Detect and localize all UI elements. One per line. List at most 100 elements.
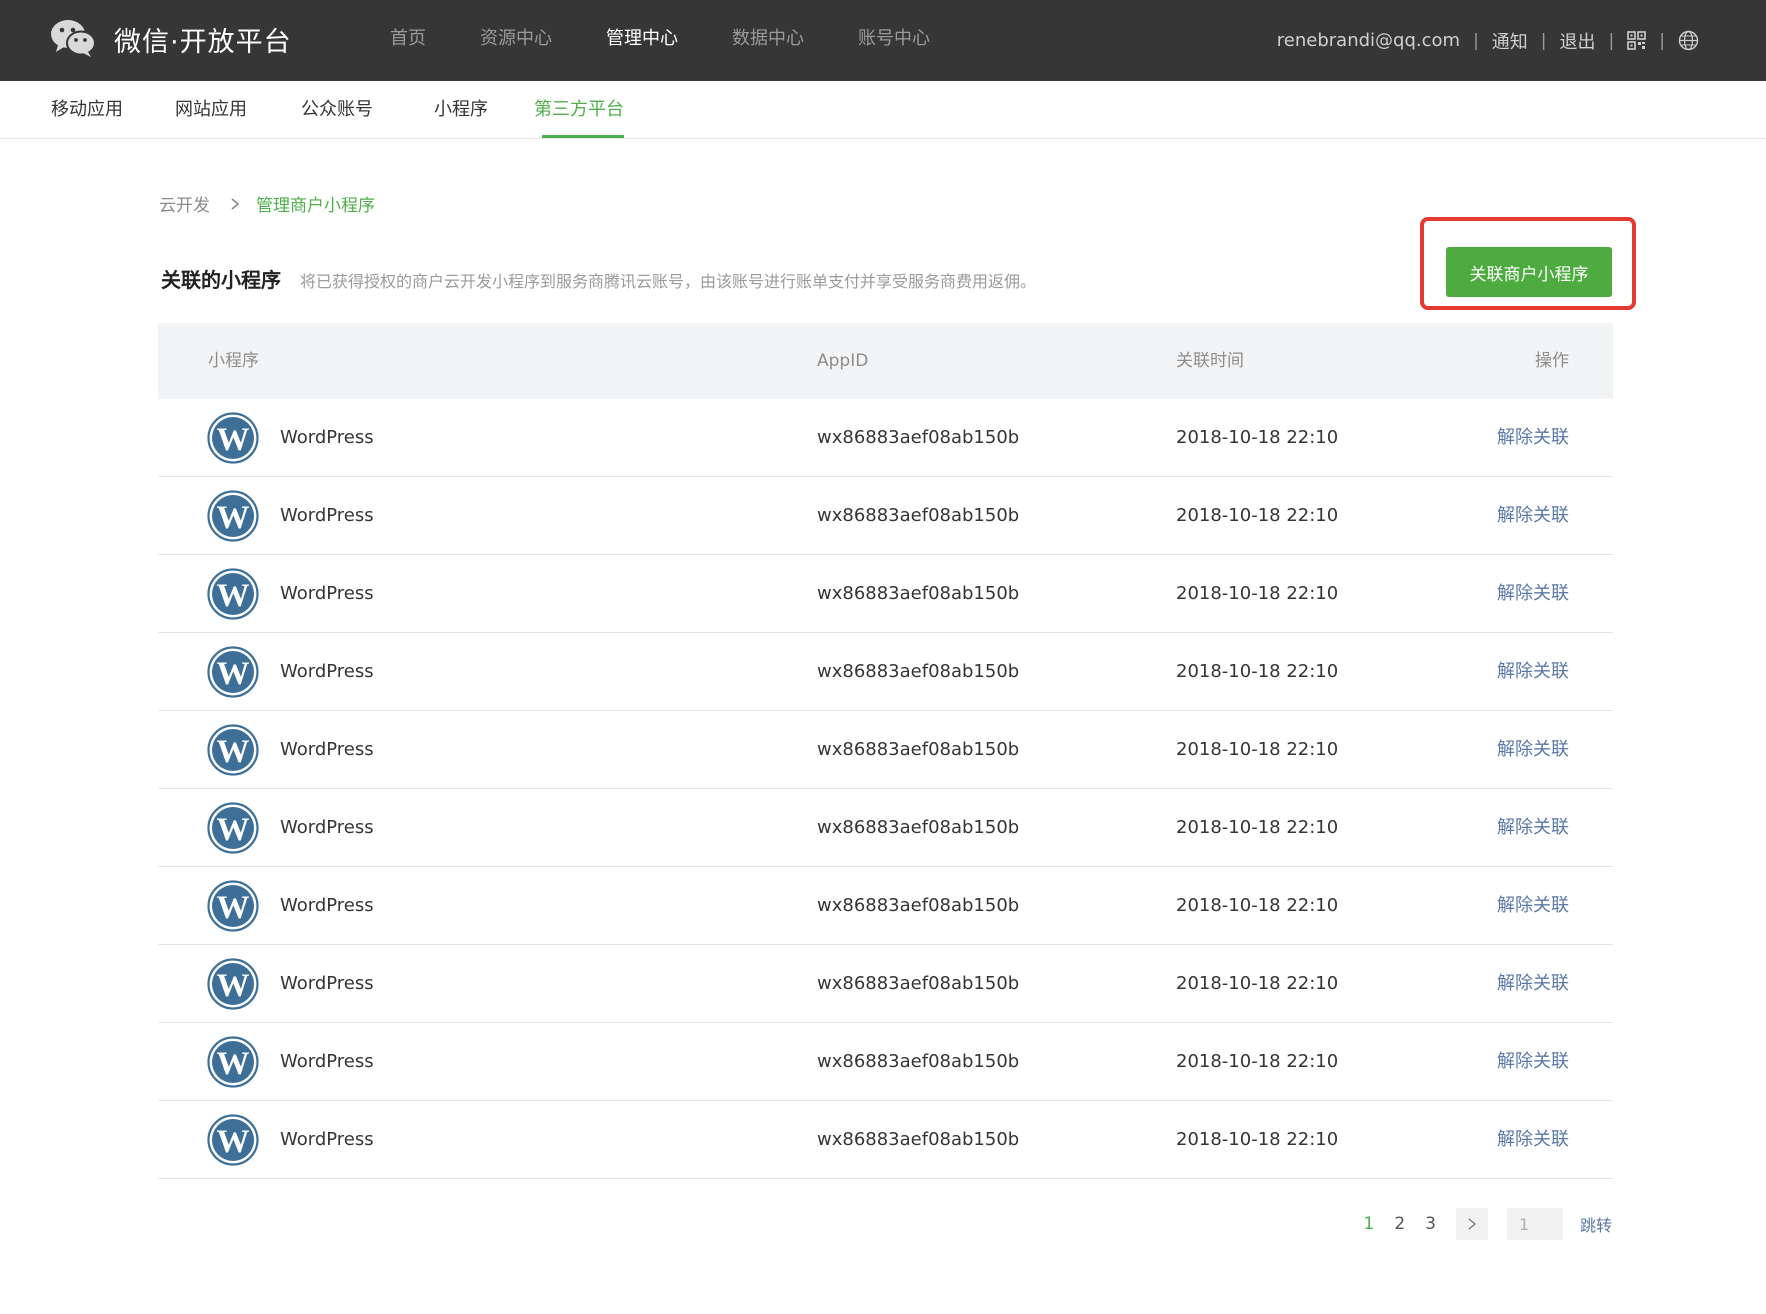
svg-text:W: W [217, 734, 250, 770]
wordpress-icon: W [207, 802, 259, 854]
nav-item-management[interactable]: 管理中心 [606, 0, 678, 81]
wordpress-icon: W [207, 646, 259, 698]
table-row: W WordPress wx86883aef08ab150b 2018-10-1… [158, 789, 1613, 867]
svg-text:W: W [217, 422, 250, 458]
page-jump-button[interactable]: 跳转 [1580, 1212, 1612, 1236]
appid-value: wx86883aef08ab150b [817, 505, 1020, 526]
appid-value: wx86883aef08ab150b [817, 973, 1020, 994]
svg-text:W: W [217, 1046, 250, 1082]
subnav-item-web-apps[interactable]: 网站应用 [175, 81, 247, 138]
globe-icon[interactable] [1678, 30, 1699, 51]
column-header-action: 操作 [1535, 351, 1569, 371]
main-nav: 首页 资源中心 管理中心 数据中心 账号中心 [390, 0, 984, 81]
wordpress-icon: W [207, 958, 259, 1010]
link-time-value: 2018-10-18 22:10 [1176, 1129, 1339, 1150]
link-time-value: 2018-10-18 22:10 [1176, 661, 1339, 682]
miniprogram-name: WordPress [280, 895, 374, 916]
nav-item-data[interactable]: 数据中心 [732, 0, 804, 81]
svg-text:W: W [217, 890, 250, 926]
wordpress-icon: W [207, 1036, 259, 1088]
sub-nav: 移动应用 网站应用 公众账号 小程序 第三方平台 [0, 81, 1766, 139]
separator: | [1473, 30, 1479, 51]
user-bar: renebrandi@qq.com | 通知 | 退出 | | [1277, 0, 1699, 81]
unlink-button[interactable]: 解除关联 [1497, 399, 1569, 476]
unlink-button[interactable]: 解除关联 [1497, 555, 1569, 632]
breadcrumb: 云开发 管理商户小程序 [159, 191, 375, 216]
unlink-button[interactable]: 解除关联 [1497, 789, 1569, 866]
column-header-miniprogram: 小程序 [208, 351, 259, 371]
page-number[interactable]: 2 [1394, 1214, 1405, 1234]
unlink-button[interactable]: 解除关联 [1497, 477, 1569, 554]
miniprogram-name: WordPress [280, 1129, 374, 1150]
miniprogram-name: WordPress [280, 1051, 374, 1072]
svg-text:W: W [217, 656, 250, 692]
logout-link[interactable]: 退出 [1560, 28, 1596, 54]
link-time-value: 2018-10-18 22:10 [1176, 427, 1339, 448]
separator: | [1659, 30, 1665, 51]
unlink-button[interactable]: 解除关联 [1497, 1023, 1569, 1100]
wordpress-icon: W [207, 490, 259, 542]
table-row: W WordPress wx86883aef08ab150b 2018-10-1… [158, 633, 1613, 711]
table-row: W WordPress wx86883aef08ab150b 2018-10-1… [158, 945, 1613, 1023]
section-title: 关联的小程序 [161, 268, 281, 292]
miniprogram-name: WordPress [280, 583, 374, 604]
page-jump-input[interactable] [1506, 1208, 1563, 1240]
wordpress-icon: W [207, 724, 259, 776]
table-row: W WordPress wx86883aef08ab150b 2018-10-1… [158, 477, 1613, 555]
svg-text:W: W [217, 812, 250, 848]
miniprogram-name: WordPress [280, 505, 374, 526]
subnav-item-third-party[interactable]: 第三方平台 [534, 81, 624, 138]
top-header: 微信·开放平台 首页 资源中心 管理中心 数据中心 账号中心 renebrand… [0, 0, 1766, 81]
table-row: W WordPress wx86883aef08ab150b 2018-10-1… [158, 399, 1613, 477]
page-number[interactable]: 1 [1364, 1214, 1375, 1234]
link-time-value: 2018-10-18 22:10 [1176, 505, 1339, 526]
nav-item-home[interactable]: 首页 [390, 0, 426, 81]
notify-link[interactable]: 通知 [1492, 28, 1528, 54]
appid-value: wx86883aef08ab150b [817, 895, 1020, 916]
unlink-button[interactable]: 解除关联 [1497, 945, 1569, 1022]
subnav-item-mini-programs[interactable]: 小程序 [434, 81, 488, 138]
link-time-value: 2018-10-18 22:10 [1176, 973, 1339, 994]
link-merchant-miniprogram-button[interactable]: 关联商户小程序 [1446, 247, 1612, 297]
user-email-link[interactable]: renebrandi@qq.com [1277, 30, 1460, 51]
table-row: W WordPress wx86883aef08ab150b 2018-10-1… [158, 867, 1613, 945]
wordpress-icon: W [207, 1114, 259, 1166]
unlink-button[interactable]: 解除关联 [1497, 633, 1569, 710]
separator: | [1608, 30, 1615, 51]
link-time-value: 2018-10-18 22:10 [1176, 895, 1339, 916]
svg-text:W: W [217, 500, 250, 536]
chevron-right-icon [1468, 1218, 1477, 1230]
table-body: W WordPress wx86883aef08ab150b 2018-10-1… [158, 399, 1613, 1179]
wordpress-icon: W [207, 880, 259, 932]
table-row: W WordPress wx86883aef08ab150b 2018-10-1… [158, 1101, 1613, 1179]
table-row: W WordPress wx86883aef08ab150b 2018-10-1… [158, 711, 1613, 789]
miniprogram-name: WordPress [280, 427, 374, 448]
next-page-button[interactable] [1455, 1208, 1488, 1240]
miniprogram-name: WordPress [280, 661, 374, 682]
qr-code-icon[interactable] [1627, 31, 1647, 50]
unlink-button[interactable]: 解除关联 [1497, 1101, 1569, 1178]
chevron-right-icon [231, 197, 240, 210]
wechat-logo-icon[interactable] [50, 18, 96, 58]
column-header-time: 关联时间 [1176, 351, 1244, 371]
subnav-item-mobile-apps[interactable]: 移动应用 [51, 81, 123, 138]
nav-item-account[interactable]: 账号中心 [858, 0, 930, 81]
link-time-value: 2018-10-18 22:10 [1176, 1051, 1339, 1072]
column-header-appid: AppID [817, 351, 869, 371]
svg-text:W: W [217, 1124, 250, 1160]
miniprogram-name: WordPress [280, 973, 374, 994]
subnav-item-official-accounts[interactable]: 公众账号 [301, 81, 373, 138]
nav-item-resources[interactable]: 资源中心 [480, 0, 552, 81]
unlink-button[interactable]: 解除关联 [1497, 711, 1569, 788]
page-number[interactable]: 3 [1425, 1214, 1436, 1234]
miniprogram-table: 小程序 AppID 关联时间 操作 W WordPress wx86883aef… [158, 323, 1613, 1179]
unlink-button[interactable]: 解除关联 [1497, 867, 1569, 944]
miniprogram-name: WordPress [280, 817, 374, 838]
brand-title[interactable]: 微信·开放平台 [114, 20, 292, 59]
appid-value: wx86883aef08ab150b [817, 739, 1020, 760]
breadcrumb-root[interactable]: 云开发 [159, 191, 210, 216]
wordpress-icon: W [207, 568, 259, 620]
pagination: 1 2 3 跳转 [1364, 1208, 1612, 1240]
link-time-value: 2018-10-18 22:10 [1176, 739, 1339, 760]
table-row: W WordPress wx86883aef08ab150b 2018-10-1… [158, 555, 1613, 633]
